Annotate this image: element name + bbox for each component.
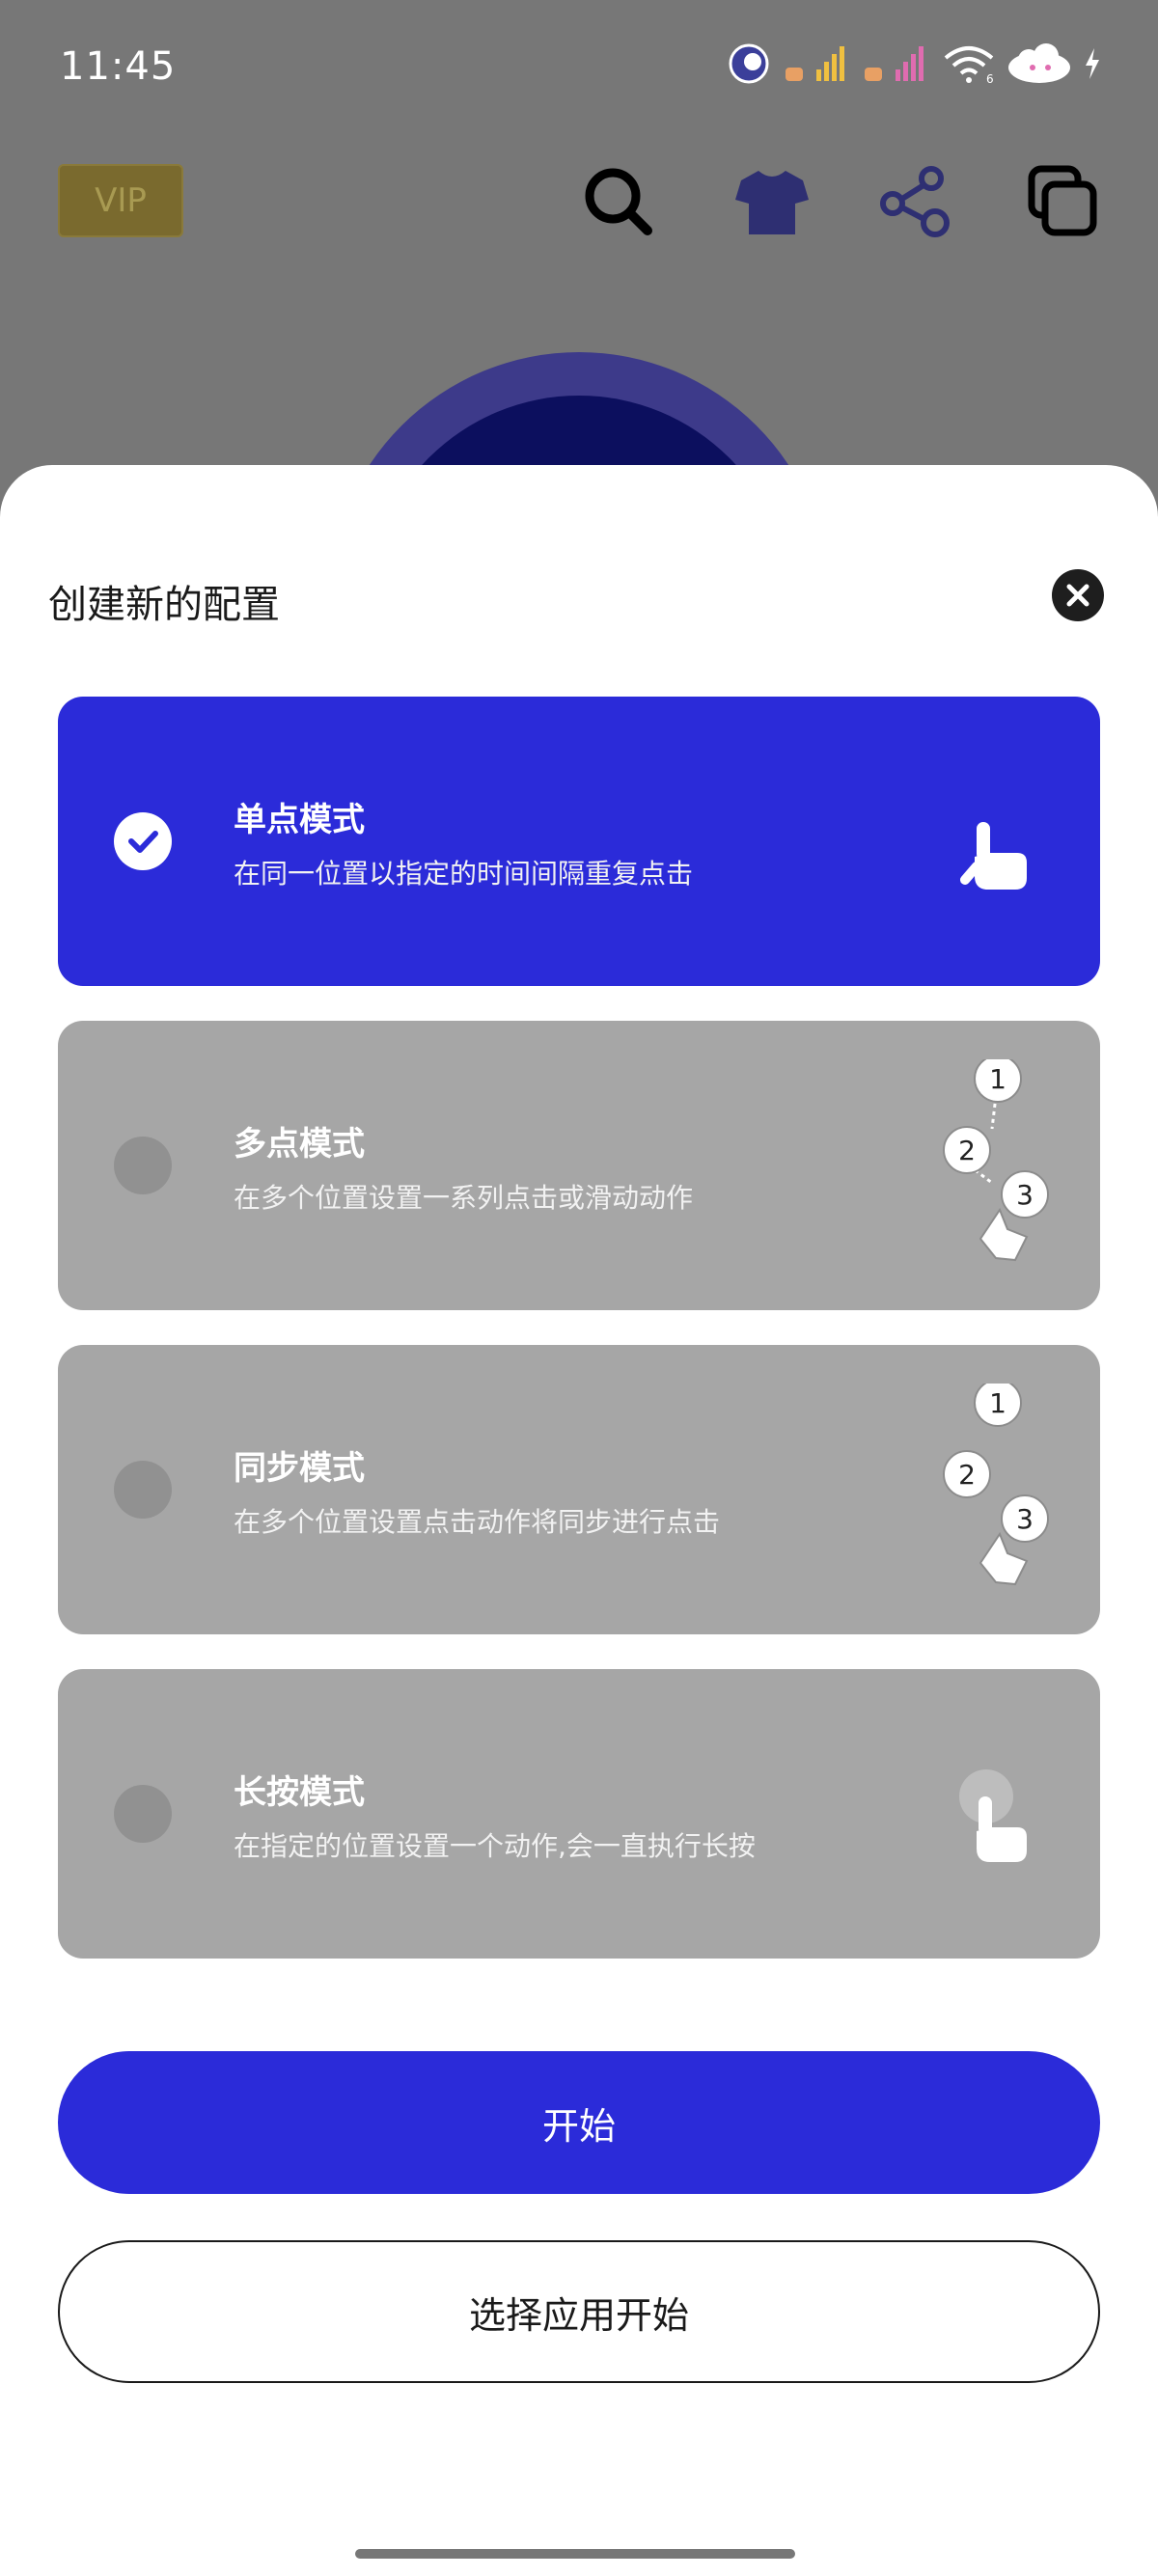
mode-description: 在指定的位置设置一个动作,会一直执行长按: [234, 1830, 756, 1862]
mode-description: 在多个位置设置一系列点击或滑动动作: [234, 1182, 694, 1214]
notification-badge-icon: [724, 42, 774, 89]
signal-icon: [784, 42, 853, 89]
select-app-start-button[interactable]: 选择应用开始: [58, 2240, 1100, 2383]
status-time: 11:45: [60, 44, 177, 89]
marker-label: 3: [1016, 1503, 1034, 1535]
sync-tap-icon: 1 2 3: [907, 1379, 1062, 1596]
mode-description: 在多个位置设置点击动作将同步进行点击: [234, 1506, 721, 1538]
mode-radio-unchecked[interactable]: [114, 1785, 172, 1843]
close-icon: [1064, 582, 1091, 609]
top-toolbar: VIP: [0, 154, 1158, 251]
signal-icon: [863, 42, 932, 89]
vip-badge[interactable]: VIP: [58, 164, 183, 237]
marker-label: 2: [958, 1459, 976, 1491]
mode-title: 长按模式: [234, 1773, 365, 1812]
wifi-sub-label: 6: [986, 72, 994, 85]
marker-label: 3: [1016, 1179, 1034, 1211]
mode-title: 同步模式: [234, 1449, 365, 1488]
long-press-icon: [907, 1708, 1062, 1920]
single-tap-icon: [907, 735, 1062, 947]
charging-icon: [1083, 42, 1102, 89]
check-icon: [124, 822, 162, 861]
mode-title: 单点模式: [234, 801, 365, 839]
status-icons: 6: [724, 42, 1102, 89]
mode-radio-unchecked[interactable]: [114, 1137, 172, 1194]
share-icon[interactable]: [872, 158, 959, 245]
marker-label: 1: [989, 1063, 1006, 1095]
sheet-title: 创建新的配置: [48, 583, 280, 627]
start-button[interactable]: 开始: [58, 2051, 1100, 2194]
mode-description: 在同一位置以指定的时间间隔重复点击: [234, 858, 694, 890]
mode-card-sync[interactable]: 同步模式 在多个位置设置点击动作将同步进行点击 1 2 3: [58, 1345, 1100, 1634]
mode-radio-checked[interactable]: [114, 812, 172, 870]
mode-title: 多点模式: [234, 1125, 365, 1164]
status-bar: 11:45 6: [0, 0, 1158, 135]
home-indicator[interactable]: [355, 2549, 795, 2559]
wifi-icon: 6: [942, 42, 996, 89]
cloud-icon: [1006, 42, 1073, 89]
mode-card-multi[interactable]: 多点模式 在多个位置设置一系列点击或滑动动作 1 2 3: [58, 1021, 1100, 1310]
mode-radio-unchecked[interactable]: [114, 1461, 172, 1519]
marker-label: 2: [958, 1135, 976, 1166]
mode-card-long-press[interactable]: 长按模式 在指定的位置设置一个动作,会一直执行长按: [58, 1669, 1100, 1959]
search-icon[interactable]: [575, 158, 662, 245]
close-button[interactable]: [1052, 569, 1104, 621]
mode-card-single[interactable]: 单点模式 在同一位置以指定的时间间隔重复点击: [58, 697, 1100, 986]
multi-tap-icon: 1 2 3: [907, 1055, 1062, 1272]
marker-label: 1: [989, 1387, 1006, 1419]
create-config-sheet: 创建新的配置 单点模式 在同一位置以指定的时间间隔重复点击 多点模式 在多个位置…: [0, 465, 1158, 2576]
tshirt-icon[interactable]: [729, 158, 815, 245]
copy-icon[interactable]: [1019, 158, 1106, 245]
